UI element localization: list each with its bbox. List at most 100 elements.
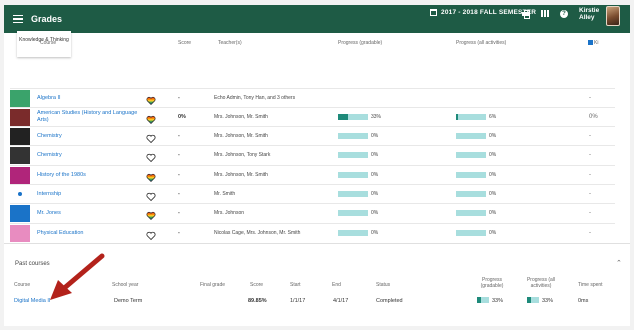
avatar[interactable] <box>606 6 620 26</box>
course-teachers: Mrs. Johnson, Mr. Smith <box>214 114 268 120</box>
progress-gradable-bar <box>338 230 368 236</box>
col-teachers-header: Teacher(s) <box>218 40 242 46</box>
course-extra-value: - <box>589 133 591 139</box>
heart-outline-icon[interactable] <box>146 189 156 202</box>
course-extra-value: - <box>589 210 591 216</box>
progress-gradable-pct: 0% <box>371 172 379 178</box>
page-title: Grades <box>31 14 63 24</box>
progress-gradable-bar <box>338 133 368 139</box>
course-teachers: Mrs. Johnson, Mr. Smith <box>214 133 268 139</box>
past-progress-all-bar <box>527 297 539 303</box>
course-row[interactable]: Internship - Mr. Smith 0% 0% - <box>10 184 615 203</box>
past-col-progress-gradable: Progress (gradable) <box>480 277 504 289</box>
progress-all-bar <box>456 133 486 139</box>
course-thumbnail <box>10 128 30 145</box>
course-extra-value: 0% <box>589 114 598 120</box>
chevron-up-icon[interactable]: ⌃ <box>616 259 622 267</box>
calendar-icon <box>430 9 437 16</box>
course-row[interactable]: Chemistry - Mrs. Johnson, Mr. Smith 0% 0% - <box>10 126 615 145</box>
print-icon[interactable] <box>522 10 530 19</box>
columns-icon[interactable] <box>541 10 549 17</box>
course-name-link[interactable]: Mr. Jones <box>37 210 142 217</box>
course-thumbnail <box>10 109 30 126</box>
progress-all-bar <box>456 172 486 178</box>
legend-key: Ki <box>588 40 598 46</box>
course-row[interactable]: American Studies (History and Language A… <box>10 107 615 126</box>
past-progress-all-pct: 33% <box>542 298 554 304</box>
hamburger-menu-icon[interactable] <box>13 14 23 24</box>
course-score: - <box>178 210 180 216</box>
heart-filled-icon[interactable] <box>146 208 156 220</box>
past-col-course: Course <box>14 282 31 288</box>
course-score: - <box>178 172 180 178</box>
term-selector[interactable]: 2017 - 2018 FALL SEMESTER <box>430 9 536 16</box>
past-school-year: Demo Term <box>114 298 143 304</box>
past-progress-gradable-fill <box>477 297 481 303</box>
course-score: 0% <box>178 114 186 120</box>
course-score: - <box>178 95 180 101</box>
course-name-link[interactable]: Algebra II <box>37 95 142 102</box>
progress-gradable-pct: 0% <box>371 230 379 236</box>
course-name-link[interactable]: Internship <box>37 191 142 198</box>
progress-all-fill <box>456 114 458 120</box>
course-score: - <box>178 191 180 197</box>
course-thumbnail <box>10 186 30 203</box>
heart-filled-icon[interactable] <box>146 112 156 124</box>
heart-outline-icon[interactable] <box>146 150 156 163</box>
progress-gradable-bar <box>338 152 368 158</box>
progress-gradable-bar <box>338 172 368 178</box>
course-name-link[interactable]: History of the 1980s <box>37 172 142 179</box>
course-score: - <box>178 133 180 139</box>
past-course-link[interactable]: Digital Media II <box>14 298 50 304</box>
course-score: - <box>178 152 180 158</box>
course-row[interactable]: Mr. Jones - Mrs. Johnson 0% 0% - <box>10 203 615 222</box>
progress-all-bar <box>456 152 486 158</box>
progress-gradable-pct: 0% <box>371 133 379 139</box>
course-row[interactable]: History of the 1980s - Mrs. Johnson, Mr. S… <box>10 165 615 184</box>
progress-all-bar <box>456 114 486 120</box>
course-teachers: Mrs. Johnson, Mr. Smith <box>214 172 268 178</box>
heart-outline-icon[interactable] <box>146 131 156 144</box>
past-col-progress-all: Progress (all activities) <box>526 277 556 289</box>
progress-gradable-pct: 0% <box>371 210 379 216</box>
progress-gradable-pct: 0% <box>371 191 379 197</box>
course-row[interactable]: Physical Education - Nicolas Cage, Mrs. Jo… <box>10 223 615 242</box>
past-col-status: Status <box>376 282 391 288</box>
course-name-link[interactable]: Physical Education <box>37 230 142 237</box>
course-extra-value: - <box>589 172 591 178</box>
help-icon[interactable]: ? <box>560 10 568 18</box>
heart-outline-icon[interactable] <box>146 228 156 241</box>
user-name[interactable]: Kirstie Alley <box>579 7 601 21</box>
past-progress-gradable-pct: 33% <box>492 298 504 304</box>
course-name-link[interactable]: American Studies (History and Language A… <box>37 110 142 124</box>
col-score-header[interactable]: Score <box>178 40 191 46</box>
progress-all-pct: 0% <box>489 230 497 236</box>
course-thumbnail <box>10 90 30 107</box>
course-extra-value: - <box>589 191 591 197</box>
progress-all-pct: 0% <box>489 152 497 158</box>
course-score: - <box>178 230 180 236</box>
course-row[interactable]: Algebra II - Echo Admin, Tony Han, and 3 o… <box>10 88 615 107</box>
course-thumbnail <box>10 225 30 242</box>
course-teachers: Mr. Smith <box>214 191 236 197</box>
course-row[interactable]: Chemistry - Mrs. Johnson, Tony Stark 0% 0% - <box>10 145 615 164</box>
past-progress-gradable-bar <box>477 297 489 303</box>
course-name-link[interactable]: Chemistry <box>37 152 142 159</box>
progress-all-pct: 0% <box>489 172 497 178</box>
progress-gradable-pct: 0% <box>371 152 379 158</box>
course-thumbnail <box>10 205 30 222</box>
course-name-link[interactable]: Chemistry <box>37 133 142 140</box>
heart-filled-icon[interactable] <box>146 170 156 182</box>
app-frame: Grades 2017 - 2018 FALL SEMESTER ? Kirst… <box>0 0 634 330</box>
progress-gradable-pct: 33% <box>371 114 382 120</box>
past-start: 1/1/17 <box>290 298 306 304</box>
col-progress-gradable-header: Progress (gradable) <box>338 40 383 46</box>
past-col-score: Score <box>250 282 264 288</box>
heart-filled-icon[interactable] <box>146 93 156 105</box>
progress-all-bar <box>456 191 486 197</box>
legend-label: Ki <box>594 40 599 46</box>
course-thumbnail <box>10 167 30 184</box>
col-progress-all-header: Progress (all activities) <box>456 40 507 46</box>
section-divider <box>4 243 630 244</box>
past-col-final-grade: Final grade <box>200 282 226 288</box>
